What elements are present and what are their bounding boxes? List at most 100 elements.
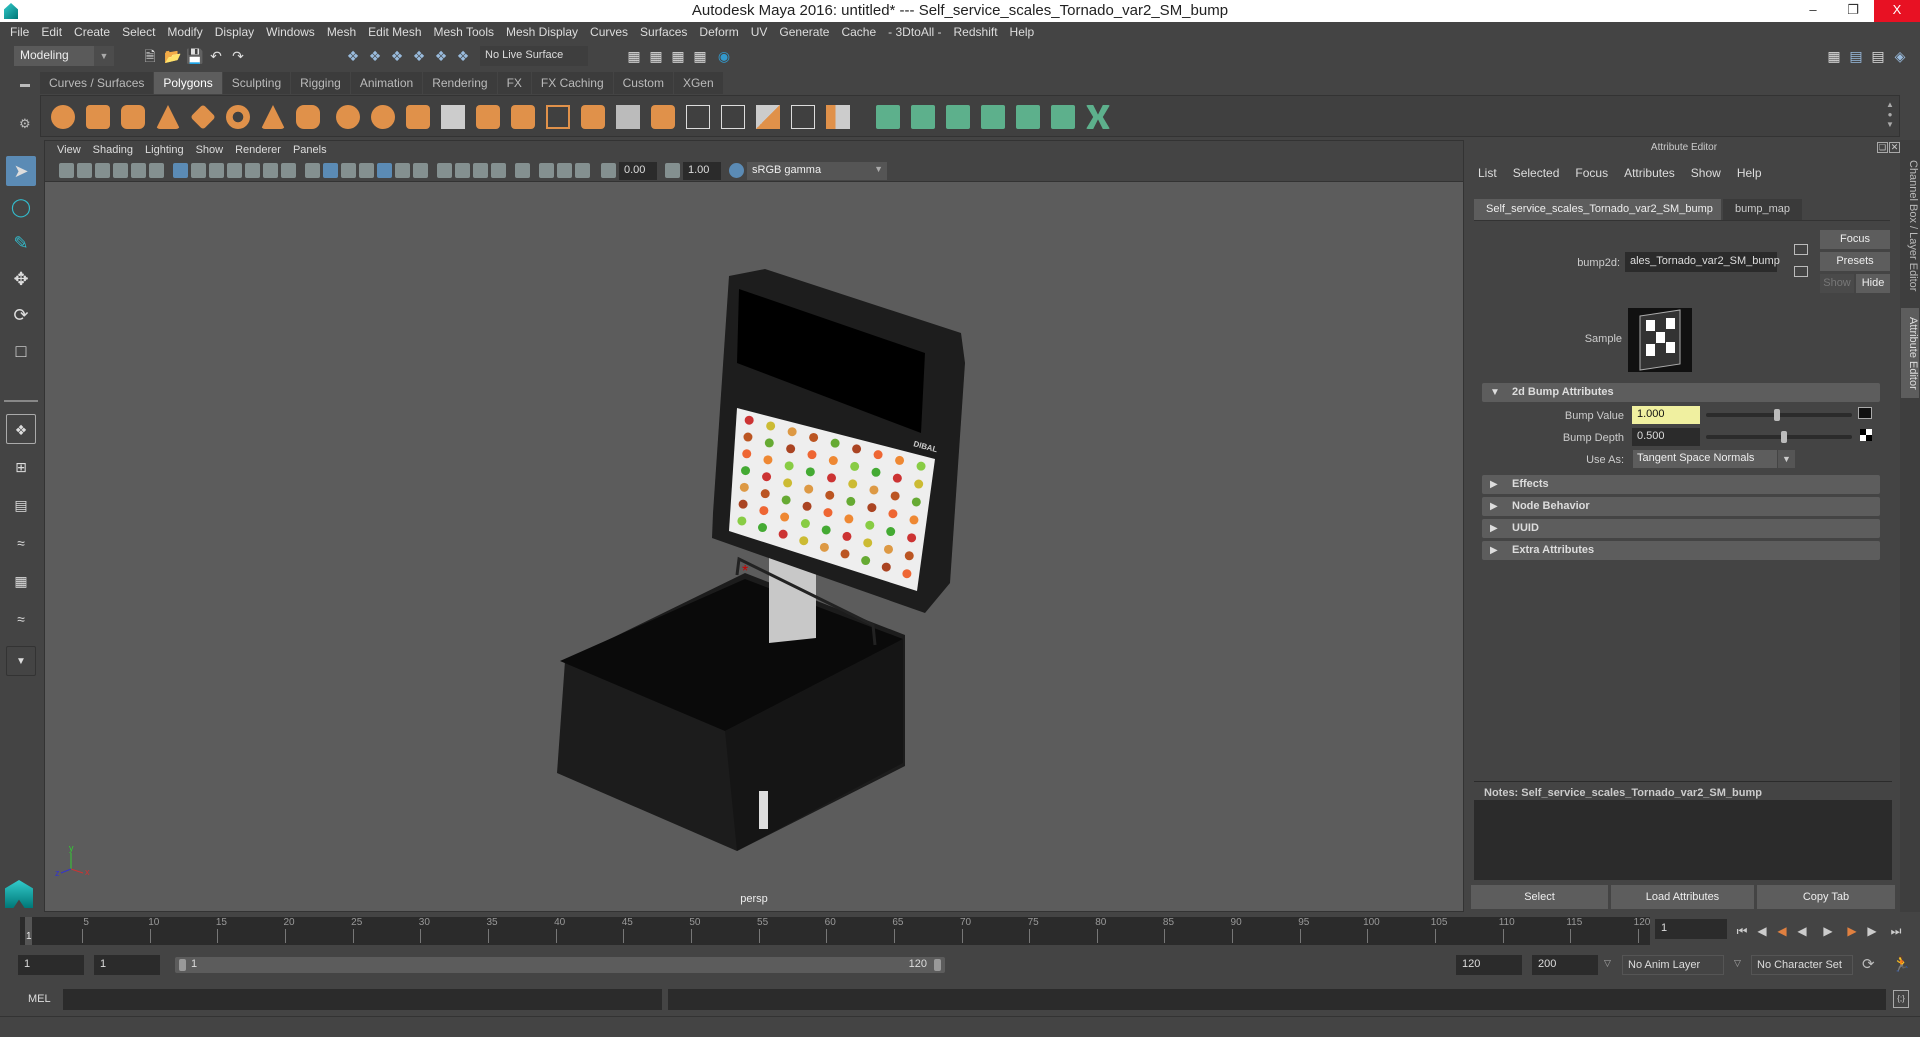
animation-end-field[interactable]: 200 xyxy=(1532,955,1598,975)
select-tool-icon[interactable]: ➤ xyxy=(6,156,36,186)
section-effects[interactable]: ▶ Effects xyxy=(1482,475,1880,494)
append-polygon-icon[interactable] xyxy=(651,105,675,129)
save-scene-icon[interactable]: 💾 xyxy=(186,48,203,64)
combine-icon[interactable] xyxy=(336,105,360,129)
shelf-tab-sculpting[interactable]: Sculpting xyxy=(222,72,291,94)
menu-edit-mesh[interactable]: Edit Mesh xyxy=(362,22,427,42)
ae-menu-help[interactable]: Help xyxy=(1737,166,1762,180)
restore-button[interactable]: ❐ xyxy=(1838,0,1868,22)
rotate-tool-icon[interactable]: ⟳ xyxy=(6,300,36,330)
exposure-icon[interactable] xyxy=(601,163,616,178)
menu-select[interactable]: Select xyxy=(116,22,161,42)
snap-to-point-icon[interactable]: ❖ xyxy=(455,48,471,64)
menu-modify[interactable]: Modify xyxy=(161,22,208,42)
section-2d-bump-attributes[interactable]: ▼ 2d Bump Attributes xyxy=(1482,383,1880,402)
animation-preferences-icon[interactable]: 🏃 xyxy=(1892,955,1911,973)
range-end-handle[interactable] xyxy=(934,959,941,971)
resolution-gate-icon[interactable] xyxy=(209,163,224,178)
wedge-face-icon[interactable] xyxy=(791,105,815,129)
poly-plane-icon[interactable] xyxy=(190,104,216,130)
character-set-dropdown-icon[interactable]: ▽ xyxy=(1734,958,1741,969)
step-back-key-icon[interactable]: ◀ xyxy=(1774,923,1790,939)
depth-of-field-icon[interactable] xyxy=(491,163,506,178)
copy-tab-button[interactable]: Copy Tab xyxy=(1757,885,1895,909)
wireframe-icon[interactable] xyxy=(305,163,320,178)
poly-cube-icon[interactable] xyxy=(86,105,110,129)
hide-button[interactable]: Hide xyxy=(1856,274,1890,293)
bevel-icon[interactable] xyxy=(476,105,500,129)
field-chart-icon[interactable] xyxy=(245,163,260,178)
render-current-frame-icon[interactable]: ▦ xyxy=(648,48,664,64)
screen-space-ao-icon[interactable] xyxy=(437,163,452,178)
xray-icon[interactable] xyxy=(539,163,554,178)
ae-tab-bump-map[interactable]: bump_map xyxy=(1723,199,1802,220)
shelf-tab-curves-surfaces[interactable]: Curves / Surfaces xyxy=(40,72,154,94)
viewport-menu-lighting[interactable]: Lighting xyxy=(139,141,190,160)
viewport-menu-renderer[interactable]: Renderer xyxy=(229,141,287,160)
new-scene-icon[interactable]: 🗎 xyxy=(142,48,158,64)
poke-face-icon[interactable] xyxy=(756,105,780,129)
shelf-tab-rigging[interactable]: Rigging xyxy=(291,72,350,94)
menu-generate[interactable]: Generate xyxy=(773,22,835,42)
script-editor-icon[interactable]: {;} xyxy=(1893,990,1909,1008)
float-panel-icon[interactable]: ❏ xyxy=(1877,142,1888,153)
menu-windows[interactable]: Windows xyxy=(260,22,321,42)
undo-icon[interactable]: ↶ xyxy=(208,48,224,64)
menu-create[interactable]: Create xyxy=(68,22,116,42)
ae-menu-show[interactable]: Show xyxy=(1691,166,1721,180)
step-forward-frame-icon[interactable]: ▶​ xyxy=(1864,923,1880,939)
ipr-render-icon[interactable]: ▦ xyxy=(670,48,686,64)
mirror-geometry-icon[interactable] xyxy=(406,105,430,129)
poly-pipe-icon[interactable] xyxy=(296,105,320,129)
attribute-editor-toggle-icon[interactable]: ▤ xyxy=(1848,48,1864,64)
playback-start-field[interactable]: 1 xyxy=(94,955,160,975)
show-button[interactable]: Show xyxy=(1820,274,1854,293)
color-management-toggle-icon[interactable] xyxy=(729,163,744,178)
insert-edge-loop-icon[interactable] xyxy=(686,105,710,129)
menu-redshift[interactable]: Redshift xyxy=(948,22,1004,42)
lasso-select-icon[interactable]: ◯ xyxy=(6,192,36,222)
bump-depth-slider[interactable] xyxy=(1706,435,1852,439)
2d-pan-zoom-icon[interactable] xyxy=(131,163,146,178)
animation-start-field[interactable]: 1 xyxy=(18,955,84,975)
cut-uv-icon[interactable] xyxy=(1086,105,1110,129)
shelf-menu-icon[interactable] xyxy=(20,84,30,87)
step-back-frame-icon[interactable]: ◀​ xyxy=(1754,923,1770,939)
auto-key-icon[interactable]: ⟳ xyxy=(1862,955,1875,973)
select-by-hierarchy-icon[interactable]: ❖ xyxy=(345,48,361,64)
menu-mesh-display[interactable]: Mesh Display xyxy=(500,22,584,42)
menu-deform[interactable]: Deform xyxy=(693,22,744,42)
playback-end-field[interactable]: 120 xyxy=(1456,955,1522,975)
scale-tool-icon[interactable]: □ xyxy=(6,336,36,366)
current-frame-field[interactable]: 1 xyxy=(1655,919,1727,939)
viewport-menu-shading[interactable]: Shading xyxy=(87,141,139,160)
select-by-component-icon[interactable]: ❖ xyxy=(389,48,405,64)
use-all-lights-icon[interactable] xyxy=(395,163,410,178)
outliner-persp-layout-icon[interactable]: ▤ xyxy=(6,490,36,520)
go-to-start-icon[interactable]: ⏮ xyxy=(1734,923,1750,939)
offset-edge-loop-icon[interactable] xyxy=(721,105,745,129)
menu-set-dropdown[interactable]: Modeling ▼ xyxy=(14,46,114,66)
close-button[interactable]: X xyxy=(1874,0,1920,22)
textured-icon[interactable] xyxy=(377,163,392,178)
ae-menu-attributes[interactable]: Attributes xyxy=(1624,166,1675,180)
camera-attributes-icon[interactable] xyxy=(77,163,92,178)
grease-pencil-icon[interactable] xyxy=(149,163,164,178)
input-connections-icon[interactable] xyxy=(1794,244,1808,255)
bump-depth-slider-handle[interactable] xyxy=(1781,431,1787,443)
viewport-menu-view[interactable]: View xyxy=(51,141,87,160)
anti-aliasing-icon[interactable] xyxy=(473,163,488,178)
camera-select-icon[interactable] xyxy=(59,163,74,178)
channel-box-toggle-icon[interactable]: ◈ xyxy=(1892,48,1908,64)
go-to-end-icon[interactable]: ⏭ xyxy=(1888,923,1904,939)
section-extra-attributes[interactable]: ▶ Extra Attributes xyxy=(1482,541,1880,560)
snap-to-curve-icon[interactable]: ❖ xyxy=(433,48,449,64)
image-plane-icon[interactable] xyxy=(113,163,128,178)
menu-cache[interactable]: Cache xyxy=(835,22,882,42)
hypershade-persp-layout-icon[interactable]: ▦ xyxy=(6,566,36,596)
safe-title-icon[interactable] xyxy=(281,163,296,178)
menu-3dtoall[interactable]: - 3DtoAll - xyxy=(882,22,947,42)
spherical-mapping-icon[interactable] xyxy=(946,105,970,129)
bump-depth-map-icon[interactable] xyxy=(1860,429,1872,441)
viewport-menu-panels[interactable]: Panels xyxy=(287,141,333,160)
